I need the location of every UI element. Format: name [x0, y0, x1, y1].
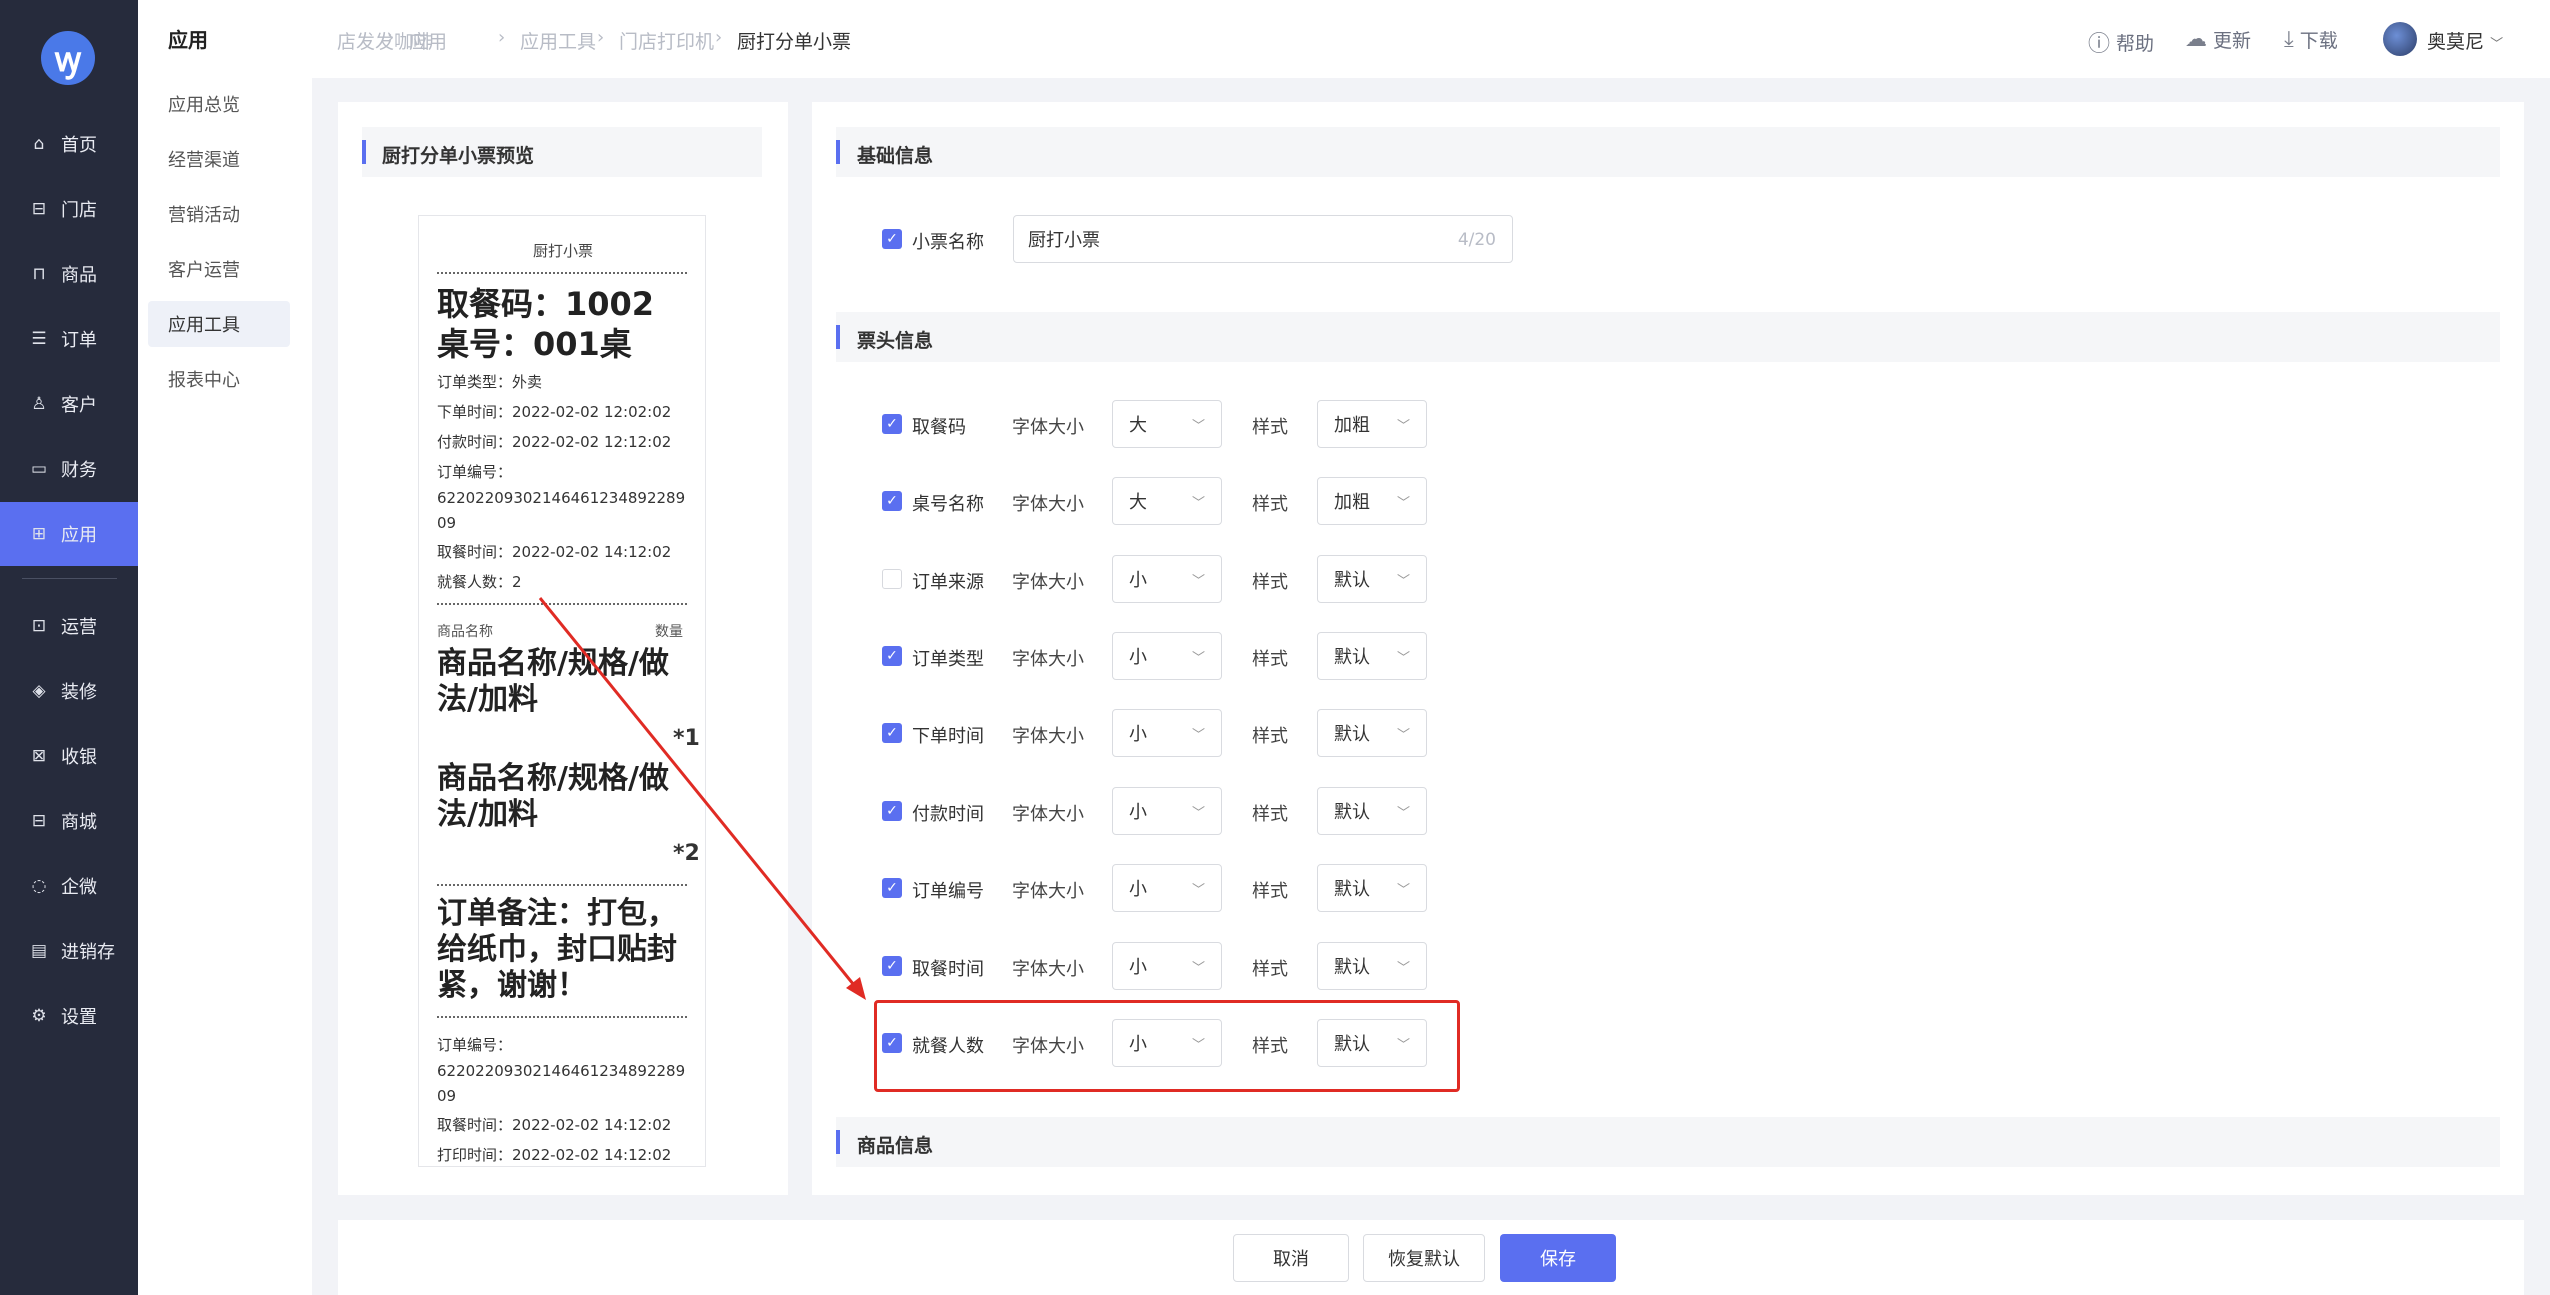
save-button[interactable]: 保存 — [1500, 1234, 1616, 1282]
reset-default-button[interactable]: 恢复默认 — [1363, 1234, 1485, 1282]
cancel-button[interactable]: 取消 — [1233, 1234, 1349, 1282]
annotation-arrow — [538, 597, 866, 1000]
